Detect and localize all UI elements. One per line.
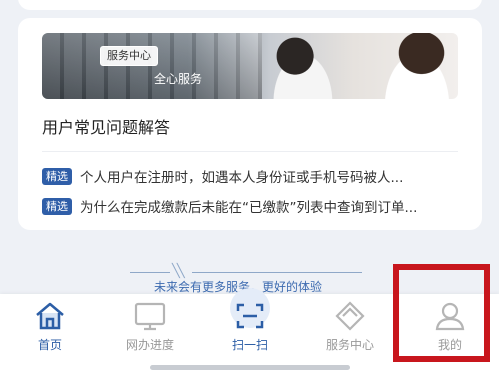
tab-progress[interactable]: 网办进度	[100, 294, 200, 354]
home-icon	[36, 302, 64, 330]
service-center-banner[interactable]: 服务中心 全心服务	[42, 33, 458, 99]
user-icon	[435, 302, 465, 331]
tab-label: 扫一扫	[231, 338, 268, 352]
banner-agent-image	[260, 33, 338, 99]
faq-title: 用户常见问题解答	[42, 118, 171, 137]
diamond-icon	[335, 301, 365, 331]
tab-label: 网办进度	[125, 338, 174, 352]
scan-icon	[236, 303, 264, 329]
tab-mine[interactable]: 我的	[400, 294, 499, 354]
faq-item-text: 个人用户在注册时，如遇本人身份证或手机号码被人...	[80, 170, 404, 186]
tab-home[interactable]: 首页	[0, 294, 100, 354]
monitor-icon	[134, 302, 166, 331]
promo-line	[130, 272, 170, 273]
home-indicator	[150, 365, 350, 370]
tab-label: 首页	[37, 338, 62, 352]
faq-item[interactable]: 精选 为什么在完成缴款后未能在“已缴款”列表中查询到订单...	[42, 195, 462, 217]
banner-office-image	[42, 33, 262, 99]
bottom-tab-bar: 首页 网办进度 扫一扫 服务中心 我的	[0, 288, 499, 374]
slash-decoration: ╲╲	[172, 264, 185, 279]
banner-subtitle: 全心服务	[154, 72, 203, 86]
tab-label: 服务中心	[325, 338, 374, 352]
banner-agent-image-2	[372, 33, 458, 99]
featured-badge: 精选	[42, 197, 72, 215]
faq-item[interactable]: 精选 个人用户在注册时，如遇本人身份证或手机号码被人...	[42, 165, 462, 187]
featured-badge: 精选	[42, 167, 72, 185]
promo-line	[192, 272, 362, 273]
tab-service-center[interactable]: 服务中心	[300, 294, 400, 354]
tab-scan[interactable]: 扫一扫	[200, 288, 300, 354]
banner-tag: 服务中心	[100, 46, 158, 66]
faq-item-text: 为什么在完成缴款后未能在“已缴款”列表中查询到订单...	[80, 200, 418, 216]
tab-label: 我的	[437, 338, 462, 352]
divider	[42, 151, 458, 152]
previous-card-fragment	[18, 0, 482, 10]
faq-card: 服务中心 全心服务 用户常见问题解答 精选 个人用户在注册时，如遇本人身份证或手…	[18, 18, 482, 230]
